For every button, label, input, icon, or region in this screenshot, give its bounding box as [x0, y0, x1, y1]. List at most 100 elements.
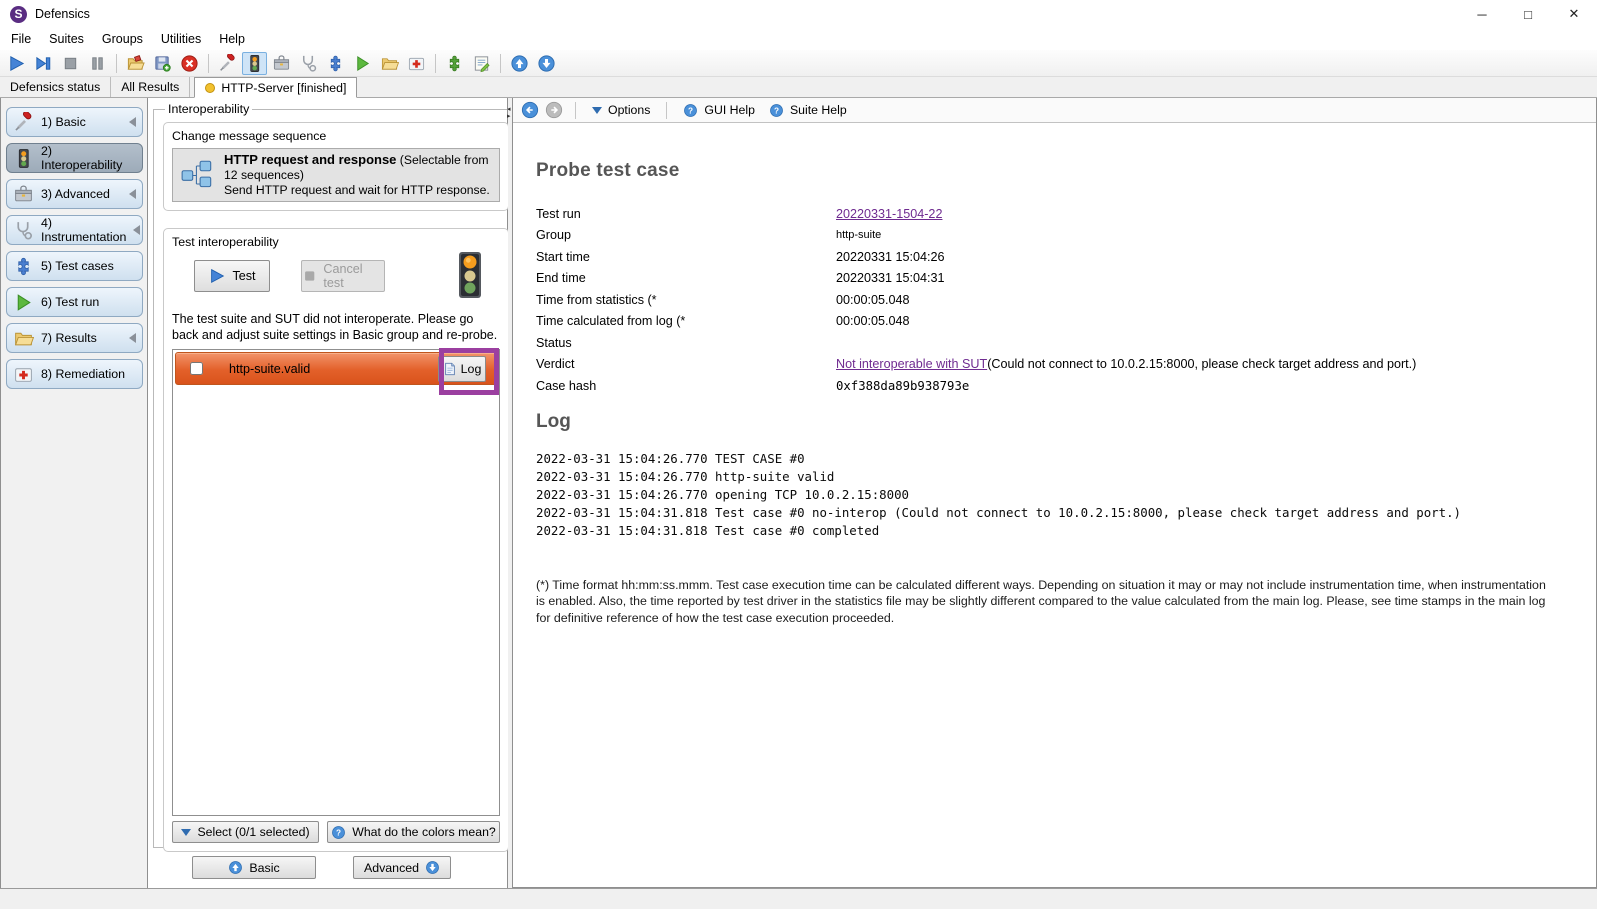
menu-groups[interactable]: Groups	[93, 29, 152, 49]
sequence-desc: Send HTTP request and wait for HTTP resp…	[224, 183, 490, 197]
collapse-arrow-icon[interactable]	[129, 333, 136, 343]
panel-legend: Interoperability	[168, 102, 250, 116]
sidebar-item-advanced[interactable]: 3) Advanced	[6, 179, 143, 209]
suite-name: http-suite.valid	[229, 361, 311, 376]
basic-icon[interactable]	[215, 52, 240, 75]
run-icon[interactable]	[4, 52, 29, 75]
go-basic-label: Basic	[249, 860, 280, 875]
collapse-arrow-icon[interactable]	[129, 189, 136, 199]
sidebar-item-instrumentation[interactable]: 4) Instrumentation	[6, 215, 143, 245]
gui-help-button[interactable]: ? GUI Help	[679, 101, 759, 120]
options-button[interactable]: Options	[588, 101, 654, 119]
log-line: 2022-03-31 15:04:31.818 Test case #0 com…	[536, 522, 880, 538]
stop-icon[interactable]	[58, 52, 83, 75]
sidebar-item-basic[interactable]: 1) Basic	[6, 107, 143, 137]
menu-utilities[interactable]: Utilities	[152, 29, 210, 49]
advanced-icon[interactable]	[269, 52, 294, 75]
minimize-button[interactable]: ─	[1459, 0, 1505, 28]
case-hash-value: 0xf388da89b938793e	[836, 378, 970, 393]
verdict-detail: (Could not connect to 10.0.2.15:8000, pl…	[987, 357, 1417, 372]
sidebar-item-label: 6) Test run	[41, 295, 100, 309]
back-button[interactable]	[521, 101, 539, 119]
sidebar-item-remediation[interactable]: 8) Remediation	[6, 359, 143, 389]
forward-button[interactable]	[545, 101, 563, 119]
traffic-light-icon	[18, 148, 29, 168]
sidebar-item-label: 8) Remediation	[41, 367, 126, 381]
select-button-label: Select (0/1 selected)	[197, 825, 310, 839]
log-line: 2022-03-31 15:04:26.770 http-suite valid	[536, 468, 835, 484]
up-icon[interactable]	[507, 52, 532, 75]
step-icon[interactable]	[31, 52, 56, 75]
close-button[interactable]: ✕	[1551, 0, 1597, 28]
sidebar-item-label: 4) Instrumentation	[41, 216, 127, 244]
tab-defensics-status[interactable]: Defensics status	[0, 77, 112, 97]
time-statistics-value: 00:00:05.048	[836, 292, 910, 307]
tab-bar: Defensics status All Results HTTP-Server…	[0, 77, 1597, 98]
sidebar-item-label: 1) Basic	[41, 115, 86, 129]
pause-icon[interactable]	[85, 52, 110, 75]
save-icon[interactable]	[150, 52, 175, 75]
end-time-value: 20220331 15:04:31	[836, 271, 945, 286]
group-value: http-suite	[836, 229, 882, 242]
test-run-link[interactable]: 20220331-1504-22	[836, 207, 942, 221]
go-basic-button[interactable]: Basic	[192, 856, 316, 879]
up-circle-icon	[229, 861, 243, 874]
test-cases-icon[interactable]	[323, 52, 348, 75]
menu-help[interactable]: Help	[210, 29, 254, 49]
log-line: 2022-03-31 15:04:31.818 Test case #0 no-…	[536, 504, 1462, 520]
sequence-icon	[181, 160, 212, 188]
help-icon: ?	[332, 825, 346, 839]
select-button[interactable]: Select (0/1 selected)	[172, 821, 319, 843]
collapse-arrow-icon[interactable]	[133, 225, 141, 235]
go-advanced-button[interactable]: Advanced	[353, 856, 451, 879]
sidebar-item-results[interactable]: 7) Results	[6, 323, 143, 353]
probe-report: Probe test case Test run 20220331-1504-2…	[513, 124, 1596, 887]
status-bar	[0, 888, 1597, 909]
suite-row-http-suite-valid[interactable]: http-suite.valid Log	[175, 348, 499, 395]
window-title: Defensics	[35, 7, 90, 21]
sequence-selector[interactable]: HTTP request and response (Selectable fr…	[172, 148, 500, 202]
menu-suites[interactable]: Suites	[40, 29, 93, 49]
sidebar-item-label: 2) Interoperability	[41, 144, 123, 172]
folder-icon	[14, 332, 34, 345]
svg-text:?: ?	[688, 106, 693, 115]
stethoscope-icon	[17, 221, 33, 240]
colors-button-label: What do the colors mean?	[352, 825, 496, 839]
colors-help-button[interactable]: ? What do the colors mean?	[327, 821, 500, 843]
suite-checkbox[interactable]	[190, 362, 203, 375]
collapse-arrow-icon[interactable]	[129, 117, 136, 127]
load-suite-icon[interactable]	[123, 52, 148, 75]
toolbox-icon	[15, 185, 32, 201]
result-panel: Options ? GUI Help ? Suite Help Probe te…	[512, 98, 1597, 888]
result-nav-bar: Options ? GUI Help ? Suite Help	[513, 98, 1596, 123]
reload-icon[interactable]	[442, 52, 467, 75]
verdict-link[interactable]: Not interoperable with SUT	[836, 357, 987, 371]
dropdown-arrow-icon	[592, 106, 602, 114]
help-icon: ?	[684, 103, 698, 117]
main-toolbar	[0, 50, 1597, 77]
tab-all-results[interactable]: All Results	[111, 77, 191, 97]
change-sequence-group: Change message sequence HTTP request and…	[163, 122, 509, 211]
interoperability-icon[interactable]	[242, 51, 267, 75]
sidebar-item-test-cases[interactable]: 5) Test cases	[6, 251, 143, 281]
instrumentation-icon[interactable]	[296, 52, 321, 75]
results-icon[interactable]	[377, 52, 402, 75]
maximize-button[interactable]: □	[1505, 0, 1551, 28]
help-icon: ?	[770, 103, 783, 117]
sidebar-item-test-run[interactable]: 6) Test run	[6, 287, 143, 317]
suite-help-button[interactable]: ? Suite Help	[765, 101, 851, 120]
down-icon[interactable]	[534, 52, 559, 75]
sequence-name: HTTP request and response	[224, 152, 397, 167]
tab-http-server[interactable]: HTTP-Server [finished]	[194, 77, 358, 98]
notes-icon[interactable]	[469, 52, 494, 75]
abort-icon[interactable]	[177, 52, 202, 75]
probe-fields: Test run 20220331-1504-22 Group http-sui…	[536, 203, 1596, 397]
test-run-icon[interactable]	[350, 52, 375, 75]
go-advanced-label: Advanced	[363, 860, 420, 875]
test-button[interactable]: Test	[194, 260, 270, 292]
cancel-test-button[interactable]: Cancel test	[301, 260, 385, 292]
sidebar-item-interoperability[interactable]: 2) Interoperability	[6, 143, 143, 173]
menu-file[interactable]: File	[2, 29, 40, 49]
remediation-icon[interactable]	[404, 52, 429, 75]
test-interop-title: Test interoperability	[172, 235, 279, 249]
